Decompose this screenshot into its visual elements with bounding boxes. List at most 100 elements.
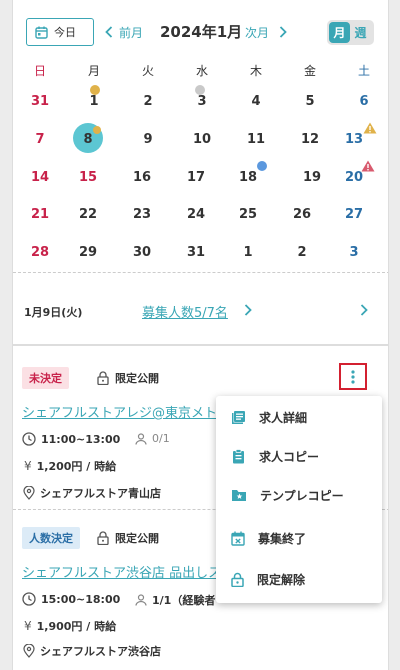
next-month-label: 次月: [245, 25, 270, 40]
day-cell[interactable]: 25: [221, 199, 275, 229]
document-list-icon: [231, 410, 246, 425]
day-cell[interactable]: 2: [121, 86, 175, 116]
job-location-value: シェアフルストア青山店: [40, 487, 161, 500]
job-location-value: シェアフルストア渋谷店: [40, 645, 161, 658]
day-cell[interactable]: 15: [61, 162, 115, 192]
location-pin-icon: [23, 644, 35, 658]
day-cell-selected[interactable]: 8: [61, 124, 115, 154]
more-options-button[interactable]: [339, 363, 367, 390]
weekday-tue: 火: [141, 64, 154, 78]
job-options-menu: 求人詳細 求人コピー テンプレコピー 募集終了 限定解除: [216, 396, 382, 603]
menu-item-job-copy[interactable]: 求人コピー: [216, 438, 382, 474]
menu-item-template-copy[interactable]: テンプレコピー: [216, 477, 382, 513]
job-applicants-value: 0/1: [152, 432, 170, 445]
day-cell[interactable]: 31: [169, 237, 223, 267]
person-icon: [135, 594, 147, 606]
weekday-mon: 月: [87, 64, 100, 78]
event-dot-blue: [257, 161, 267, 171]
clock-icon: [22, 592, 36, 606]
calendar-header: 今日 前月 2024年1月 次月 月 週: [13, 0, 388, 60]
day-cell[interactable]: 10: [175, 124, 229, 154]
job-time: 15:00~18:00: [22, 592, 120, 606]
view-toggle: 月 週: [327, 20, 374, 45]
job-wage-value: 1,200円 / 時給: [36, 460, 117, 473]
weekday-thu: 木: [249, 64, 262, 78]
day-cell[interactable]: 22: [61, 199, 115, 229]
job-time: 11:00~13:00: [22, 432, 120, 446]
view-week-button[interactable]: 週: [350, 22, 371, 43]
menu-item-unlock-limited[interactable]: 限定解除: [216, 561, 382, 597]
day-cell[interactable]: 4: [229, 86, 283, 116]
chevron-right-icon[interactable]: [244, 304, 252, 316]
yen-icon: ¥: [24, 619, 32, 633]
alert-icon: [361, 160, 375, 172]
calendar-close-icon: [231, 531, 245, 546]
month-title: 2024年1月: [160, 23, 243, 41]
job-applicants: 0/1: [135, 432, 170, 445]
menu-item-end-recruitment[interactable]: 募集終了: [216, 520, 382, 556]
recruit-count-link[interactable]: 募集人数5/7名: [142, 302, 228, 321]
job-title-link[interactable]: シェアフルストアレジ@東京メトロ: [22, 402, 232, 421]
menu-item-label: 求人詳細: [259, 410, 308, 425]
clock-icon: [22, 432, 36, 446]
menu-item-label: 求人コピー: [259, 449, 320, 464]
visibility-row: 限定公開: [97, 370, 159, 386]
clipboard-icon: [231, 448, 246, 464]
day-cell[interactable]: 1: [221, 237, 275, 267]
weekday-sat: 土: [357, 64, 370, 78]
day-cell[interactable]: 14: [13, 162, 67, 192]
menu-item-label: テンプレコピー: [260, 488, 344, 503]
calendar-icon: [35, 26, 48, 39]
status-badge: 未決定: [22, 367, 69, 389]
day-cell[interactable]: 5: [283, 86, 337, 116]
location-pin-icon: [23, 486, 35, 500]
event-dot-yellow: [90, 85, 100, 95]
day-cell[interactable]: 24: [169, 199, 223, 229]
day-cell[interactable]: 29: [61, 237, 115, 267]
job-location: シェアフルストア青山店: [23, 485, 161, 501]
event-dot-gray: [195, 85, 205, 95]
status-badge: 人数決定: [22, 527, 80, 549]
job-location: シェアフルストア渋谷店: [23, 643, 161, 659]
day-cell[interactable]: 2: [275, 237, 329, 267]
day-cell[interactable]: 21: [13, 199, 67, 229]
today-button[interactable]: 今日: [26, 18, 94, 46]
prev-month-label: 前月: [119, 25, 144, 40]
day-cell[interactable]: 17: [169, 162, 223, 192]
day-cell[interactable]: 27: [327, 199, 381, 229]
day-cell[interactable]: 11: [229, 124, 283, 154]
prev-month-button[interactable]: 前月: [105, 22, 143, 42]
yen-icon: ¥: [24, 459, 32, 473]
chevron-left-icon: [105, 26, 113, 38]
person-icon: [135, 432, 147, 445]
weekday-wed: 水: [195, 64, 208, 78]
day-cell[interactable]: 23: [115, 199, 169, 229]
today-label: 今日: [54, 26, 76, 39]
day-cell[interactable]: 3: [327, 237, 381, 267]
lock-icon: [97, 371, 109, 385]
day-cell[interactable]: 16: [115, 162, 169, 192]
day-cell[interactable]: 31: [13, 86, 67, 116]
weekday-header: 日 月 火 水 木 金 土: [13, 62, 388, 82]
visibility-label: 限定公開: [115, 532, 159, 545]
next-month-button[interactable]: 次月: [245, 22, 287, 42]
lock-icon: [231, 572, 244, 587]
selected-date-bar: 1月9日(火) 募集人数5/7名: [13, 290, 388, 334]
divider: [13, 272, 388, 273]
job-applicants: 1/1（経験者: [135, 592, 215, 608]
job-wage: ¥ 1,200円 / 時給: [24, 458, 116, 474]
day-cell[interactable]: 26: [275, 199, 329, 229]
day-cell[interactable]: 30: [115, 237, 169, 267]
menu-item-job-detail[interactable]: 求人詳細: [216, 399, 382, 435]
day-cell[interactable]: 7: [13, 124, 67, 154]
view-month-button[interactable]: 月: [329, 22, 350, 43]
day-cell[interactable]: 28: [13, 237, 67, 267]
job-title-link[interactable]: シェアフルストア渋谷店 品出しスタッフ: [22, 562, 232, 581]
next-date-button[interactable]: [360, 304, 368, 316]
job-time-value: 15:00~18:00: [41, 592, 121, 606]
day-cell[interactable]: 9: [121, 124, 175, 154]
weekday-fri: 金: [303, 64, 316, 78]
star-folder-icon: [231, 488, 247, 502]
selected-date-label: 1月9日(火): [24, 306, 83, 319]
day-cell[interactable]: 6: [337, 86, 388, 116]
